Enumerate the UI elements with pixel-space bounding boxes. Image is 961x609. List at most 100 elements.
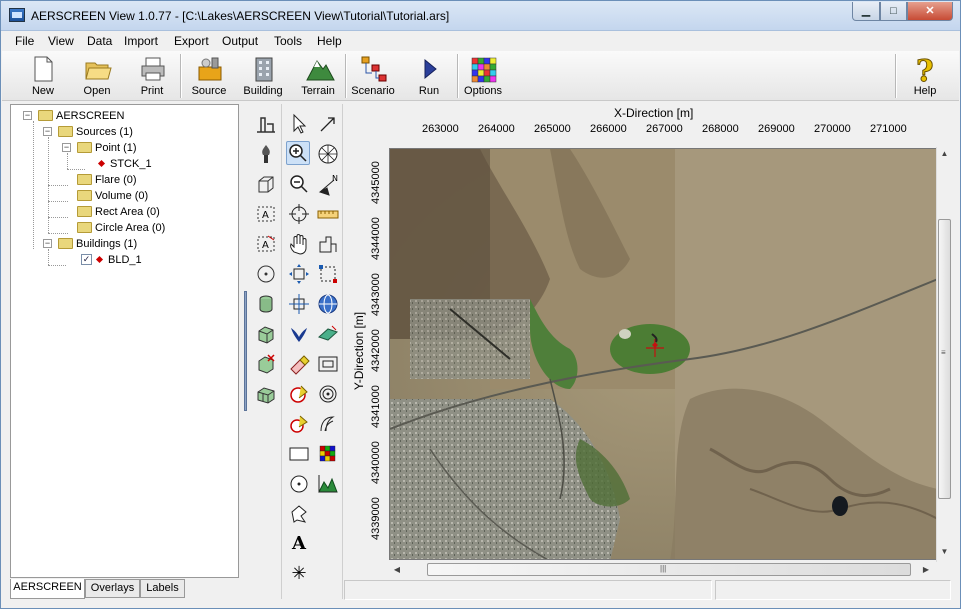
panel-splitter[interactable]: [244, 291, 247, 411]
move-object-icon[interactable]: [287, 262, 311, 286]
terrain-profile-icon[interactable]: [316, 472, 340, 496]
delete-building-tool-icon[interactable]: [254, 352, 278, 376]
tree-item-aerscreen[interactable]: AERSCREEN: [38, 108, 124, 124]
tree-item-rect-area[interactable]: Rect Area (0): [77, 204, 160, 220]
pan-hand-icon[interactable]: [287, 232, 311, 256]
concentric-rings-icon[interactable]: [316, 382, 340, 406]
zoom-in-icon[interactable]: [286, 141, 310, 165]
scroll-left-arrow[interactable]: ◀: [391, 565, 403, 574]
close-button[interactable]: ✕: [907, 2, 953, 21]
tree-item-volume[interactable]: Volume (0): [77, 188, 148, 204]
x-tick-label: 264000: [478, 123, 515, 135]
globe-icon[interactable]: [316, 292, 340, 316]
flare-tool-icon[interactable]: [254, 142, 278, 166]
print-button-label: Print: [140, 85, 164, 97]
text-tool-icon[interactable]: A: [287, 532, 311, 556]
y-tick-label: 4341000: [370, 385, 382, 428]
menu-view[interactable]: View: [48, 34, 74, 48]
pointer-icon[interactable]: [287, 112, 311, 136]
tree-item-label: Rect Area (0): [95, 206, 160, 218]
resize-object-icon[interactable]: [316, 262, 340, 286]
options-button[interactable]: Options: [462, 53, 504, 99]
tree-item-bld-1[interactable]: ✓ BLD_1: [81, 252, 142, 268]
tree-collapse-toggle[interactable]: −: [43, 239, 52, 248]
source-button[interactable]: Source: [188, 53, 230, 99]
polyline-draw-icon[interactable]: [287, 502, 311, 526]
project-tree[interactable]: − AERSCREEN − Sources (1) − Point (1) ST…: [10, 104, 239, 578]
new-button-label: New: [31, 85, 54, 97]
menu-file[interactable]: File: [15, 34, 34, 48]
bird-import-icon[interactable]: [287, 322, 311, 346]
stack-source-tool-icon[interactable]: [254, 112, 278, 136]
scroll-down-arrow[interactable]: ▼: [937, 547, 952, 556]
color-grid-icon[interactable]: [316, 442, 340, 466]
tree-collapse-toggle[interactable]: −: [62, 143, 71, 152]
scroll-up-arrow[interactable]: ▲: [937, 149, 952, 158]
zoom-out-icon[interactable]: [287, 172, 311, 196]
help-button[interactable]: ? Help: [907, 53, 943, 99]
tree-item-sources[interactable]: Sources (1): [58, 124, 133, 140]
maximize-button[interactable]: □: [880, 2, 907, 21]
layer-icon[interactable]: [316, 322, 340, 346]
run-button[interactable]: Run: [410, 53, 448, 99]
asterisk-tool-icon[interactable]: ✳: [287, 562, 311, 586]
tab-aerscreen[interactable]: AERSCREEN: [10, 579, 85, 599]
pick-source-icon[interactable]: [287, 382, 311, 406]
volume-tool-icon[interactable]: [254, 172, 278, 196]
new-button[interactable]: New: [24, 53, 62, 99]
center-target-icon[interactable]: [287, 202, 311, 226]
horizontal-scroll-thumb[interactable]: |||: [427, 563, 911, 576]
tree-guide-line: [67, 153, 68, 169]
tree-item-circle-area[interactable]: Circle Area (0): [77, 220, 165, 236]
cylinder-tool-icon[interactable]: [254, 292, 278, 316]
line-arrow-icon[interactable]: [316, 112, 340, 136]
scenario-button[interactable]: Scenario: [350, 53, 396, 99]
menu-data[interactable]: Data: [87, 34, 112, 48]
circle-area-tool-icon[interactable]: [254, 262, 278, 286]
tree-collapse-toggle[interactable]: −: [43, 127, 52, 136]
tree-item-buildings[interactable]: Buildings (1): [58, 236, 137, 252]
polygon-area-tool-icon[interactable]: A: [254, 232, 278, 256]
vertical-scrollbar[interactable]: ▲ ≡ ▼: [936, 147, 952, 562]
building-button[interactable]: Building: [242, 53, 284, 99]
north-arrow-icon[interactable]: N: [316, 172, 340, 196]
visibility-checkbox[interactable]: ✓: [81, 253, 92, 265]
menu-help[interactable]: Help: [317, 34, 342, 48]
ruler-icon[interactable]: [316, 202, 340, 226]
tree-guide-line: [48, 233, 68, 234]
rectangle-draw-icon[interactable]: [287, 442, 311, 466]
vertical-scroll-thumb[interactable]: ≡: [938, 219, 951, 499]
tree-item-flare[interactable]: Flare (0): [77, 172, 137, 188]
run-button-label: Run: [418, 85, 440, 97]
menu-import[interactable]: Import: [124, 34, 158, 48]
open-button[interactable]: Open: [78, 53, 116, 99]
pick-receptor-icon[interactable]: [287, 412, 311, 436]
circle-draw-icon[interactable]: [287, 472, 311, 496]
print-button[interactable]: Print: [133, 53, 171, 99]
minimize-button[interactable]: ▁: [852, 2, 880, 21]
menu-export[interactable]: Export: [174, 34, 209, 48]
scroll-right-arrow[interactable]: ▶: [920, 565, 932, 574]
site-layout-icon[interactable]: [316, 232, 340, 256]
multi-tier-tool-icon[interactable]: [254, 382, 278, 406]
frame-icon[interactable]: [316, 352, 340, 376]
tree-item-stck-1[interactable]: STCK_1: [97, 156, 152, 172]
edit-vertices-icon[interactable]: [287, 292, 311, 316]
compass-rose-icon[interactable]: [316, 142, 340, 166]
rect-area-tool-icon[interactable]: A: [254, 202, 278, 226]
tab-overlays[interactable]: Overlays: [85, 579, 140, 598]
scroll-grip: |||: [660, 564, 667, 573]
menu-output[interactable]: Output: [222, 34, 258, 48]
terrain-button[interactable]: Terrain: [297, 53, 339, 99]
tree-item-point[interactable]: Point (1): [77, 140, 137, 156]
horizontal-scrollbar[interactable]: ◀ ||| ▶: [389, 562, 936, 578]
tree-collapse-toggle[interactable]: −: [23, 111, 32, 120]
eraser-icon[interactable]: [287, 352, 311, 376]
tier-building-tool-icon[interactable]: [254, 322, 278, 346]
x-tick-label: 271000: [870, 123, 907, 135]
x-tick-label: 268000: [702, 123, 739, 135]
menu-tools[interactable]: Tools: [274, 34, 302, 48]
aerial-photo-map[interactable]: [389, 148, 937, 560]
contour-tool-icon[interactable]: [316, 412, 340, 436]
tab-labels[interactable]: Labels: [140, 579, 185, 598]
